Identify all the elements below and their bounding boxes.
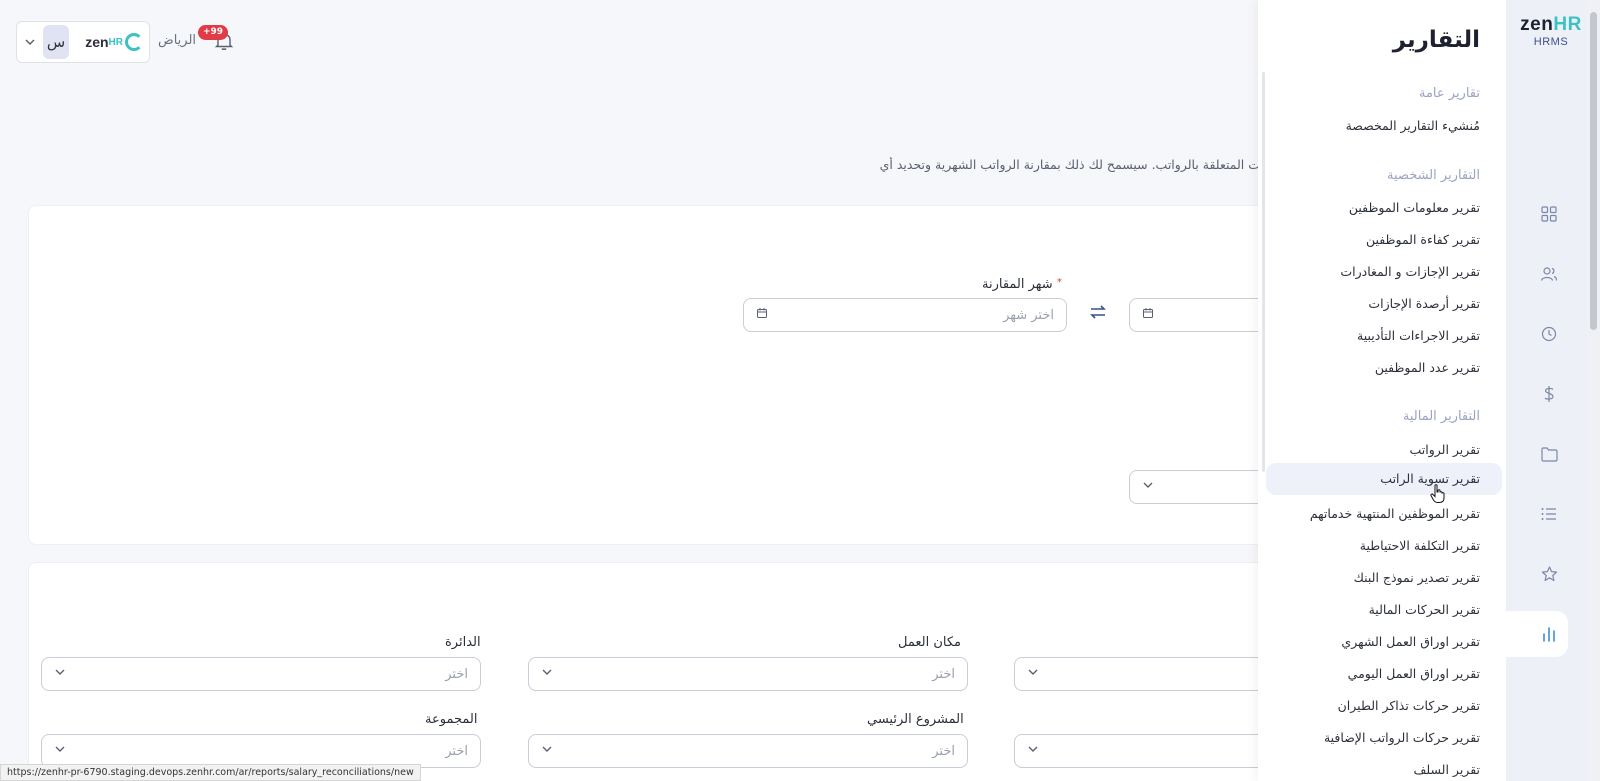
chevron-down-icon — [1142, 479, 1154, 495]
calendar-icon — [756, 307, 768, 323]
report-type-select[interactable] — [1129, 470, 1269, 504]
compare-month-placeholder: اختر شهر — [1003, 307, 1054, 323]
department-select[interactable]: اختر — [41, 657, 481, 691]
reports-panel: التقارير تقارير عامة مُنشيء التقارير الم… — [1258, 0, 1506, 781]
panel-title: التقارير — [1392, 27, 1480, 53]
month-selection-card — [28, 205, 1268, 545]
section-general: تقارير عامة — [1418, 86, 1480, 101]
report-advances[interactable]: تقرير السلف — [1413, 762, 1480, 777]
report-disciplinary[interactable]: تقرير الاجراءات التأديبية — [1357, 328, 1480, 343]
brand-logo[interactable]: zenHR HRMS — [1516, 14, 1586, 48]
report-additional-salary[interactable]: تقرير حركات الرواتب الإضافية — [1324, 730, 1480, 745]
report-daily-timesheets[interactable]: تقرير اوراق العمل اليومي — [1348, 666, 1480, 681]
section-financial: التقارير المالية — [1402, 409, 1480, 424]
chevron-down-icon — [54, 743, 66, 759]
report-headcount[interactable]: تقرير عدد الموظفين — [1375, 360, 1480, 375]
report-financial-transactions[interactable]: تقرير الحركات المالية — [1369, 602, 1480, 617]
logo-ring-icon — [125, 33, 143, 51]
required-mark: * — [1056, 277, 1062, 288]
report-employee-info[interactable]: تقرير معلومات الموظفين — [1349, 200, 1480, 215]
workplace-label: مكان العمل — [898, 635, 961, 650]
chevron-down-icon — [541, 743, 553, 759]
report-air-tickets[interactable]: تقرير حركات تذاكر الطيران — [1338, 698, 1480, 713]
report-payroll[interactable]: تقرير الرواتب — [1410, 442, 1481, 457]
chevron-down-icon — [1027, 743, 1039, 759]
calendar-icon — [1142, 307, 1154, 323]
status-bar-url: https://zenhr-pr-6790.staging.devops.zen… — [0, 764, 421, 781]
filter-select-6[interactable] — [1014, 734, 1269, 768]
report-leaves[interactable]: تقرير الإجازات و المغادرات — [1340, 264, 1480, 279]
page-scrollbar-thumb[interactable] — [1590, 12, 1597, 330]
list-icon[interactable] — [1538, 503, 1560, 525]
user-menu[interactable]: س zen HR — [16, 21, 150, 63]
group-select[interactable]: اختر — [41, 734, 481, 768]
location-label: الرياض — [158, 33, 197, 48]
chevron-down-icon — [541, 666, 553, 682]
section-personal: التقارير الشخصية — [1387, 168, 1480, 183]
report-salary-reconciliation[interactable]: تقرير تسوية الراتب — [1266, 463, 1502, 495]
report-bank-export[interactable]: تقرير تصدير نموذج البنك — [1354, 570, 1480, 585]
group-label: المجموعة — [425, 712, 478, 727]
swap-icon[interactable] — [1088, 302, 1108, 322]
report-leave-balances[interactable]: تقرير أرصدة الإجازات — [1368, 296, 1480, 311]
page-scrollbar[interactable] — [1587, 0, 1600, 781]
chart-icon[interactable] — [1538, 623, 1560, 645]
folder-icon[interactable] — [1538, 443, 1560, 465]
report-reserve-cost[interactable]: تقرير التكلفة الاحتياطية — [1360, 538, 1480, 553]
chevron-down-icon — [1027, 666, 1039, 682]
clock-icon[interactable] — [1538, 323, 1560, 345]
dashboard-icon[interactable] — [1538, 203, 1560, 225]
star-icon[interactable] — [1538, 563, 1560, 585]
compare-month-label: * شهر المقارنة — [982, 277, 1062, 292]
report-custom-builder[interactable]: مُنشيء التقارير المخصصة — [1346, 118, 1480, 133]
compare-month-input[interactable]: اختر شهر — [743, 298, 1067, 332]
chevron-down-icon[interactable] — [23, 33, 37, 51]
report-monthly-timesheets[interactable]: تقرير اوراق العمل الشهري — [1341, 634, 1480, 649]
base-month-input[interactable] — [1129, 298, 1269, 332]
report-terminated[interactable]: تقرير الموظفين المنتهية خدماتهم — [1310, 506, 1480, 521]
workplace-select[interactable]: اختر — [528, 657, 968, 691]
hand-cursor-icon — [1430, 484, 1446, 508]
notification-badge: +99 — [198, 25, 229, 40]
people-icon[interactable] — [1538, 263, 1560, 285]
avatar[interactable]: س — [42, 25, 70, 59]
nav-rail: zenHR HRMS — [1506, 0, 1600, 781]
dollar-icon[interactable] — [1538, 383, 1560, 405]
filter-select-3[interactable] — [1014, 657, 1269, 691]
panel-scrollbar[interactable] — [1262, 72, 1265, 472]
main-project-label: المشروع الرئيسي — [867, 712, 964, 727]
company-logo: zen HR — [85, 33, 143, 51]
report-employee-efficiency[interactable]: تقرير كفاءة الموظفين — [1366, 232, 1480, 247]
department-label: الدائرة — [445, 635, 481, 650]
main-project-select[interactable]: اختر — [528, 734, 968, 768]
chevron-down-icon — [54, 666, 66, 682]
page-description: ت المتعلقة بالرواتب. سيسمح لك ذلك بمقارن… — [879, 157, 1260, 172]
